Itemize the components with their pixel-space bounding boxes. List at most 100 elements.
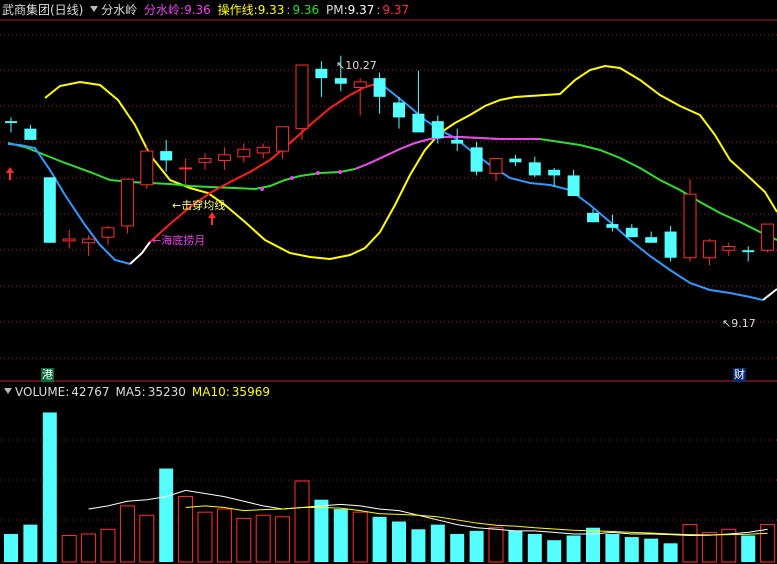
volume-series[interactable] xyxy=(4,412,776,563)
pm-label: PM: xyxy=(326,3,348,17)
candle xyxy=(120,178,134,234)
candle-body-up xyxy=(101,227,115,238)
pm-separator: : xyxy=(376,3,381,17)
signal-dot xyxy=(338,170,342,174)
fsl-value: 9.36 xyxy=(184,3,211,17)
candle xyxy=(702,239,716,266)
candle-body-up xyxy=(179,167,193,170)
price-grid xyxy=(0,34,777,521)
indicator-name[interactable]: 分水岭 xyxy=(101,3,137,17)
candle-body-up xyxy=(353,81,367,88)
candle-body-up xyxy=(198,158,212,163)
volume-bar-up xyxy=(236,517,252,563)
candle xyxy=(548,167,561,187)
candle-body-up xyxy=(140,150,154,186)
candle-body-up xyxy=(62,238,76,242)
candle xyxy=(683,179,697,262)
candle-body-down xyxy=(315,68,328,79)
czx-label: 操作线: xyxy=(217,3,258,17)
volume-bar-up xyxy=(275,516,291,563)
volume-bar-down xyxy=(42,412,57,562)
pm-red-line xyxy=(149,82,381,243)
signal-dot xyxy=(260,187,264,191)
buy-arrow-icon xyxy=(208,212,216,225)
volume-bar-up xyxy=(488,527,504,563)
volume-bar-down xyxy=(508,530,523,562)
candle xyxy=(315,61,328,97)
kline-chart: ↖10.27 ↖9.17 ←击穿均线 ←海底捞月 xyxy=(0,19,777,563)
candle-body-down xyxy=(334,78,347,84)
candlestick-series[interactable] xyxy=(5,55,775,266)
pm-white-link-1 xyxy=(129,241,151,265)
volume-bar-up xyxy=(178,496,194,563)
volume-bar-up xyxy=(294,480,310,563)
candle-body-up xyxy=(722,246,736,251)
candle xyxy=(742,246,755,262)
candle-body-up xyxy=(237,148,251,158)
candle xyxy=(761,223,775,253)
volume-bar-down xyxy=(663,543,678,562)
volume-bar-down xyxy=(644,538,659,562)
candle xyxy=(198,152,212,170)
volume-value: 42767 xyxy=(71,385,110,399)
candle xyxy=(412,70,425,133)
pm-value-1: 9.37 xyxy=(347,3,375,17)
volume-bar-down xyxy=(333,509,348,562)
volume-bar-up xyxy=(61,535,77,563)
volume-label[interactable]: VOLUME: xyxy=(15,385,69,399)
stock-name[interactable]: 武商集团(日线) xyxy=(2,3,83,17)
candle-body-down xyxy=(24,128,37,140)
fenshuiling-yellow-line xyxy=(44,64,777,261)
candle xyxy=(567,169,580,196)
candle-body-up xyxy=(295,64,309,130)
candle-body-down xyxy=(742,250,755,253)
candle-body-down xyxy=(664,231,677,258)
candle xyxy=(101,225,115,245)
candle-body-up xyxy=(120,178,134,227)
czx-value-2: 9.36 xyxy=(292,3,320,17)
haidi-laoyue-label: ←海底捞月 xyxy=(152,233,205,247)
signal-dot xyxy=(290,176,294,180)
candle-body-up xyxy=(256,146,270,154)
candle xyxy=(217,147,231,170)
volume-bar-up xyxy=(216,508,232,563)
volume-bar-up xyxy=(352,511,368,563)
volume-bar-up xyxy=(255,514,271,563)
candle xyxy=(625,224,638,238)
candle xyxy=(353,78,367,116)
main-chart-header: 武商集团(日线) 分水岭 分水岭:9.36 操作线:9.33:9.36 PM:9… xyxy=(2,2,412,18)
hk-connect-badge[interactable]: 港 xyxy=(41,368,54,382)
candle xyxy=(451,128,464,152)
volume-dropdown-triangle-icon[interactable] xyxy=(4,388,12,394)
candle-body-down xyxy=(160,151,173,161)
dropdown-triangle-icon[interactable] xyxy=(90,6,99,12)
candle-body-up xyxy=(489,158,503,175)
volume-bar-down xyxy=(314,499,329,562)
candle-body-down xyxy=(393,102,405,118)
pm-value-2: 9.37 xyxy=(382,3,410,17)
candle-body-down xyxy=(645,237,658,243)
czx-value-1: 9.33 xyxy=(257,3,285,17)
candle xyxy=(509,154,522,167)
volume-bar-up xyxy=(701,531,717,563)
candle xyxy=(722,242,736,256)
candle-body-down xyxy=(548,169,561,176)
candle xyxy=(160,139,173,172)
volume-bar-down xyxy=(450,533,465,562)
candle-body-down xyxy=(431,121,444,138)
candle-body-up xyxy=(276,126,290,152)
volume-bar-down xyxy=(411,529,426,562)
volume-bar-down xyxy=(624,537,639,562)
candle-body-down xyxy=(5,121,17,124)
candle-body-up xyxy=(761,223,775,251)
volume-bar-up xyxy=(81,533,97,563)
ma5-label: MA5: xyxy=(115,385,146,399)
volume-bar-down xyxy=(741,535,756,562)
low-price-label: ↖9.17 xyxy=(722,317,756,330)
candle-body-up xyxy=(702,240,716,259)
financial-report-badge[interactable]: 财 xyxy=(733,368,746,382)
candle xyxy=(43,177,56,243)
candle-body-down xyxy=(606,224,619,228)
volume-bar-down xyxy=(605,533,620,562)
candle xyxy=(373,72,386,114)
